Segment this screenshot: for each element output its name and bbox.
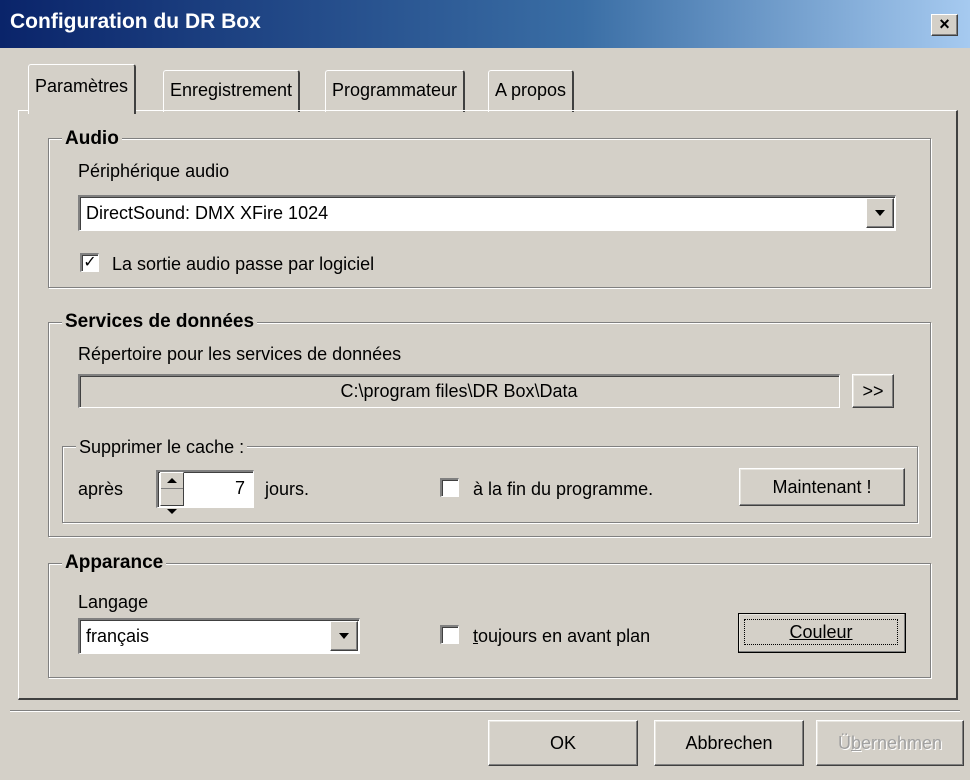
tab-label: Paramètres <box>35 76 129 96</box>
tab-label: A propos <box>495 80 567 100</box>
apply-prefix: Ü <box>837 733 851 753</box>
tab-panel-parametres <box>18 110 958 700</box>
ok-label: OK <box>549 733 576 753</box>
cancel-label: Abbrechen <box>685 733 773 753</box>
title-bar[interactable]: Configuration du DR Box × <box>0 0 970 48</box>
footer-separator <box>10 710 960 712</box>
apply-rest: ernehmen <box>860 733 943 753</box>
window-title: Configuration du DR Box <box>10 10 261 33</box>
ok-button[interactable]: OK <box>488 720 638 766</box>
tab-programmateur[interactable]: Programmateur <box>325 70 466 112</box>
apply-button[interactable]: Übernehmen <box>816 720 964 766</box>
cancel-button[interactable]: Abbrechen <box>654 720 804 766</box>
tab-enregistrement[interactable]: Enregistrement <box>163 70 301 112</box>
tab-label: Enregistrement <box>170 80 293 100</box>
close-button[interactable]: × <box>931 14 958 36</box>
close-icon: × <box>939 14 950 34</box>
tab-label: Programmateur <box>332 80 458 100</box>
tab-parametres[interactable]: Paramètres <box>28 64 137 114</box>
apply-accel: b <box>850 733 861 753</box>
tab-a-propos[interactable]: A propos <box>488 70 575 112</box>
